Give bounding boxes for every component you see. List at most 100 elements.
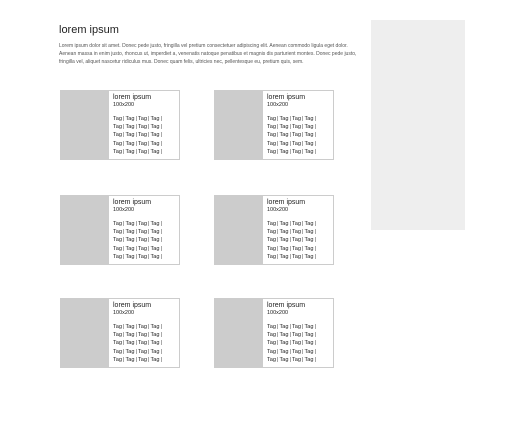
tag-link[interactable]: Tag	[292, 221, 301, 227]
tag-link[interactable]: Tag	[113, 229, 122, 235]
tag-link[interactable]: Tag	[125, 254, 134, 260]
image-card[interactable]: lorem ipsum 100x200 Tag | Tag | Tag | Tag | Tag | Ta…	[60, 195, 180, 265]
tag-link[interactable]: Tag	[279, 357, 288, 363]
tag-link[interactable]: Tag	[279, 324, 288, 330]
tag-link[interactable]: Tag	[292, 254, 301, 260]
tag-link[interactable]: Tag	[279, 254, 288, 260]
tag-link[interactable]: Tag	[292, 116, 301, 122]
tag-link[interactable]: Tag	[113, 149, 122, 155]
tag-link[interactable]: Tag	[125, 246, 134, 252]
tag-link[interactable]: Tag	[125, 141, 134, 147]
tag-link[interactable]: Tag	[138, 116, 147, 122]
tag-link[interactable]: Tag	[292, 141, 301, 147]
tag-link[interactable]: Tag	[113, 349, 122, 355]
image-card[interactable]: lorem ipsum 100x200 Tag | Tag | Tag | Tag | Tag | Ta…	[60, 90, 180, 160]
tag-link[interactable]: Tag	[125, 229, 134, 235]
tag-link[interactable]: Tag	[292, 237, 301, 243]
tag-link[interactable]: Tag	[279, 124, 288, 130]
tag-link[interactable]: Tag	[292, 349, 301, 355]
tag-link[interactable]: Tag	[125, 149, 134, 155]
tag-link[interactable]: Tag	[279, 237, 288, 243]
card-title[interactable]: lorem ipsum	[267, 93, 333, 102]
tag-link[interactable]: Tag	[267, 132, 276, 138]
tag-link[interactable]: Tag	[113, 332, 122, 338]
tag-link[interactable]: Tag	[292, 357, 301, 363]
card-title[interactable]: lorem ipsum	[267, 301, 333, 310]
tag-link[interactable]: Tag	[138, 340, 147, 346]
tag-link[interactable]: Tag	[125, 332, 134, 338]
card-title[interactable]: lorem ipsum	[113, 301, 179, 310]
tag-link[interactable]: Tag	[125, 124, 134, 130]
tag-link[interactable]: Tag	[267, 254, 276, 260]
tag-link[interactable]: Tag	[138, 132, 147, 138]
tag-link[interactable]: Tag	[267, 340, 276, 346]
tag-link[interactable]: Tag	[279, 229, 288, 235]
tag-link[interactable]: Tag	[125, 221, 134, 227]
tag-link[interactable]: Tag	[138, 332, 147, 338]
tag-link[interactable]: Tag	[125, 357, 134, 363]
tag-link[interactable]: Tag	[125, 349, 134, 355]
tag-link[interactable]: Tag	[138, 149, 147, 155]
tag-link[interactable]: Tag	[138, 246, 147, 252]
tag-link[interactable]: Tag	[138, 254, 147, 260]
card-thumbnail[interactable]	[215, 299, 263, 367]
tag-link[interactable]: Tag	[279, 246, 288, 252]
tag-link[interactable]: Tag	[267, 124, 276, 130]
tag-link[interactable]: Tag	[113, 237, 122, 243]
tag-link[interactable]: Tag	[279, 332, 288, 338]
tag-link[interactable]: Tag	[113, 221, 122, 227]
card-thumbnail[interactable]	[61, 196, 109, 264]
tag-link[interactable]: Tag	[279, 149, 288, 155]
tag-link[interactable]: Tag	[138, 124, 147, 130]
tag-link[interactable]: Tag	[113, 124, 122, 130]
tag-link[interactable]: Tag	[279, 141, 288, 147]
tag-link[interactable]: Tag	[113, 141, 122, 147]
tag-link[interactable]: Tag	[292, 246, 301, 252]
tag-link[interactable]: Tag	[267, 229, 276, 235]
tag-link[interactable]: Tag	[125, 324, 134, 330]
tag-link[interactable]: Tag	[279, 340, 288, 346]
tag-link[interactable]: Tag	[279, 349, 288, 355]
tag-link[interactable]: Tag	[267, 246, 276, 252]
tag-link[interactable]: Tag	[267, 332, 276, 338]
card-thumbnail[interactable]	[61, 91, 109, 159]
card-thumbnail[interactable]	[61, 299, 109, 367]
tag-link[interactable]: Tag	[113, 132, 122, 138]
image-card[interactable]: lorem ipsum 100x200 Tag | Tag | Tag | Tag | Tag | Ta…	[214, 298, 334, 368]
tag-link[interactable]: Tag	[138, 229, 147, 235]
tag-link[interactable]: Tag	[292, 340, 301, 346]
tag-link[interactable]: Tag	[267, 349, 276, 355]
tag-link[interactable]: Tag	[138, 237, 147, 243]
card-thumbnail[interactable]	[215, 91, 263, 159]
tag-link[interactable]: Tag	[125, 340, 134, 346]
tag-link[interactable]: Tag	[267, 116, 276, 122]
tag-link[interactable]: Tag	[138, 349, 147, 355]
tag-link[interactable]: Tag	[292, 332, 301, 338]
tag-link[interactable]: Tag	[138, 221, 147, 227]
tag-link[interactable]: Tag	[125, 116, 134, 122]
tag-link[interactable]: Tag	[279, 132, 288, 138]
tag-link[interactable]: Tag	[125, 132, 134, 138]
tag-link[interactable]: Tag	[292, 229, 301, 235]
tag-link[interactable]: Tag	[113, 246, 122, 252]
tag-link[interactable]: Tag	[267, 149, 276, 155]
card-thumbnail[interactable]	[215, 196, 263, 264]
tag-link[interactable]: Tag	[113, 254, 122, 260]
tag-link[interactable]: Tag	[267, 221, 276, 227]
image-card[interactable]: lorem ipsum 100x200 Tag | Tag | Tag | Tag | Tag | Ta…	[214, 195, 334, 265]
tag-link[interactable]: Tag	[113, 324, 122, 330]
tag-link[interactable]: Tag	[267, 237, 276, 243]
card-title[interactable]: lorem ipsum	[113, 93, 179, 102]
image-card[interactable]: lorem ipsum 100x200 Tag | Tag | Tag | Tag | Tag | Ta…	[60, 298, 180, 368]
tag-link[interactable]: Tag	[292, 124, 301, 130]
tag-link[interactable]: Tag	[292, 132, 301, 138]
tag-link[interactable]: Tag	[125, 237, 134, 243]
tag-link[interactable]: Tag	[267, 324, 276, 330]
tag-link[interactable]: Tag	[292, 149, 301, 155]
card-title[interactable]: lorem ipsum	[113, 198, 179, 207]
tag-link[interactable]: Tag	[267, 357, 276, 363]
tag-link[interactable]: Tag	[138, 324, 147, 330]
tag-link[interactable]: Tag	[279, 221, 288, 227]
tag-link[interactable]: Tag	[113, 116, 122, 122]
tag-link[interactable]: Tag	[113, 357, 122, 363]
